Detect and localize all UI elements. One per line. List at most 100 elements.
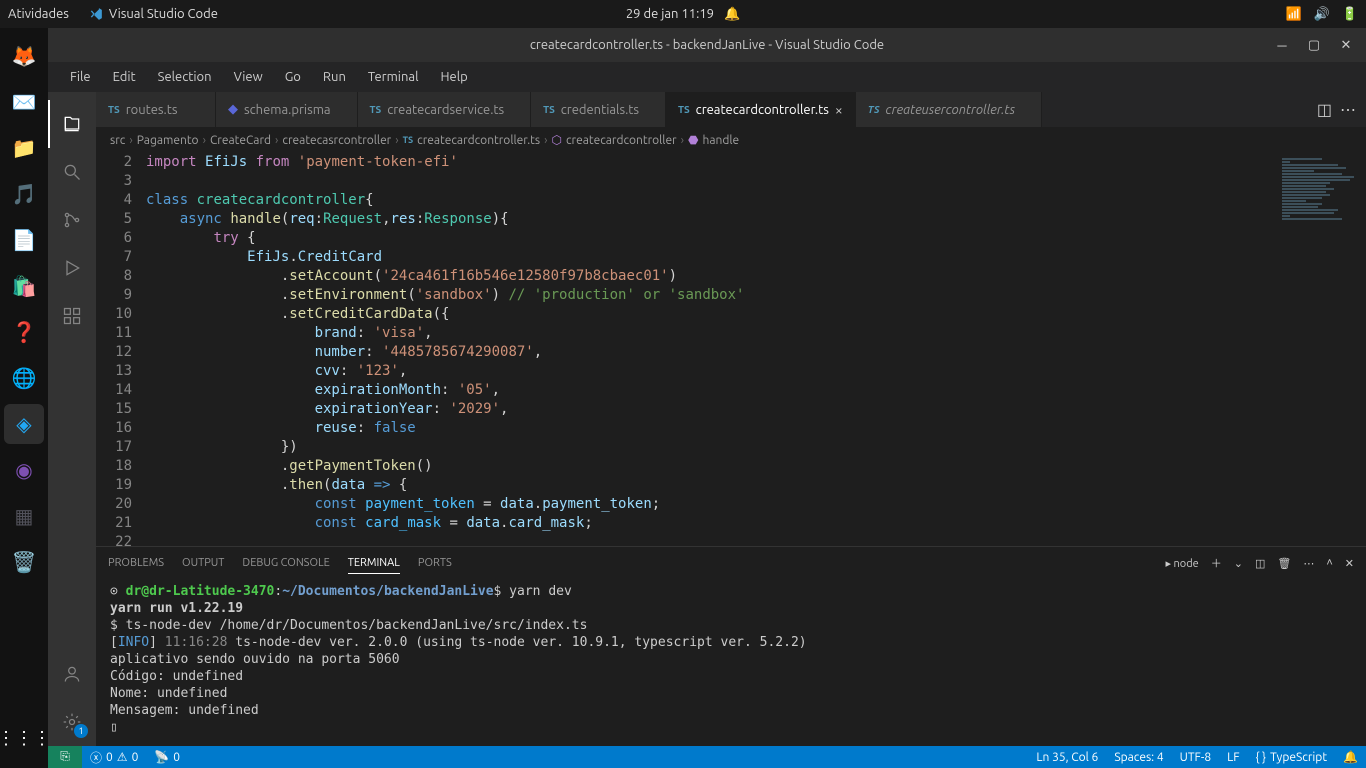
app-name: Visual Studio Code: [109, 7, 218, 21]
tab-label: createcardcontroller.ts: [696, 103, 829, 117]
maximize-panel-icon[interactable]: ˄: [1326, 557, 1332, 569]
menu-terminal[interactable]: Terminal: [358, 66, 429, 88]
menubar: File Edit Selection View Go Run Terminal…: [48, 62, 1366, 92]
more-actions-icon[interactable]: ⋯: [1340, 100, 1356, 119]
ts-icon: TS: [403, 135, 414, 145]
status-lang[interactable]: { } TypeScript: [1248, 750, 1336, 764]
tab-label: createusercontroller.ts: [886, 103, 1016, 117]
activity-extensions[interactable]: [48, 292, 96, 340]
dock-thunderbird[interactable]: ✉️: [4, 82, 44, 122]
close-tab-icon[interactable]: ×: [835, 102, 843, 118]
tab-schema-prisma[interactable]: ◆schema.prisma×: [216, 92, 358, 127]
clock[interactable]: 29 de jan 11:19 🔔: [626, 7, 740, 22]
activity-account[interactable]: [48, 650, 96, 698]
status-eol[interactable]: LF: [1219, 750, 1247, 764]
menu-selection[interactable]: Selection: [148, 66, 222, 88]
dock-files[interactable]: 📁: [4, 128, 44, 168]
status-ports[interactable]: 📡 0: [146, 750, 188, 764]
close-button[interactable]: ✕: [1332, 33, 1360, 57]
split-editor-icon[interactable]: ◫: [1317, 100, 1332, 119]
menu-file[interactable]: File: [60, 66, 101, 88]
status-lncol[interactable]: Ln 35, Col 6: [1028, 750, 1106, 764]
maximize-button[interactable]: ▢: [1300, 33, 1328, 57]
ubuntu-dock: 🦊 ✉️ 📁 🎵 📄 🛍️ ❓ 🌐 ◈ ◉ ▦ 🗑️ ⋮⋮⋮: [0, 28, 48, 768]
activity-explorer[interactable]: [48, 100, 96, 148]
status-feedback[interactable]: 🔔: [1335, 750, 1366, 764]
activity-search[interactable]: [48, 148, 96, 196]
ts-icon: TS: [678, 104, 690, 115]
window-title: createcardcontroller.ts - backendJanLive…: [530, 38, 884, 52]
tab-createcardcontroller-ts[interactable]: TS createcardcontroller.ts ×: [666, 92, 856, 127]
volume-icon[interactable]: 🔊: [1314, 7, 1330, 22]
dock-vscode[interactable]: ◈: [4, 404, 44, 444]
app-indicator[interactable]: Visual Studio Code: [89, 7, 218, 21]
dock-beekeeper[interactable]: ▦: [4, 496, 44, 536]
vscode-window: createcardcontroller.ts - backendJanLive…: [48, 28, 1366, 768]
dock-rhythmbox[interactable]: 🎵: [4, 174, 44, 214]
dock-chrome[interactable]: 🌐: [4, 358, 44, 398]
activity-scm[interactable]: [48, 196, 96, 244]
code-content[interactable]: import EfiJs from 'payment-token-efi' cl…: [146, 153, 1266, 546]
tab-routes-ts[interactable]: TSroutes.ts×: [96, 92, 216, 127]
status-errors[interactable]: ⓧ 0 ⚠ 0: [82, 749, 146, 766]
dock-apps-grid[interactable]: ⋮⋮⋮: [4, 718, 44, 758]
status-encoding[interactable]: UTF-8: [1172, 750, 1219, 764]
breadcrumb[interactable]: src› Pagamento› CreateCard› createcasrco…: [96, 127, 1366, 153]
status-spaces[interactable]: Spaces: 4: [1106, 750, 1171, 764]
tab-createusercontroller-ts[interactable]: TScreateusercontroller.ts×: [856, 92, 1042, 127]
new-terminal-icon[interactable]: ＋: [1211, 555, 1222, 571]
panel-tabs: PROBLEMS OUTPUT DEBUG CONSOLE TERMINAL P…: [96, 547, 1366, 579]
menu-help[interactable]: Help: [430, 66, 477, 88]
menu-edit[interactable]: Edit: [103, 66, 146, 88]
split-terminal-icon[interactable]: ◫: [1255, 557, 1265, 570]
ts-icon: TS: [370, 104, 382, 115]
gnome-top-bar: Atividades Visual Studio Code 29 de jan …: [0, 0, 1366, 28]
panel-tab-debug[interactable]: DEBUG CONSOLE: [242, 553, 329, 573]
battery-icon[interactable]: 🔋: [1342, 7, 1358, 22]
tab-createcardservice-ts[interactable]: TScreatecardservice.ts×: [358, 92, 532, 127]
dock-insomnia[interactable]: ◉: [4, 450, 44, 490]
dock-help[interactable]: ❓: [4, 312, 44, 352]
settings-badge: 1: [74, 724, 88, 738]
tab-label: schema.prisma: [244, 103, 331, 117]
tab-label: routes.ts: [126, 103, 178, 117]
remote-button[interactable]: ⎘: [48, 746, 82, 768]
titlebar: createcardcontroller.ts - backendJanLive…: [48, 28, 1366, 62]
dock-writer[interactable]: 📄: [4, 220, 44, 260]
line-gutter: 234567891011121314151617181920212223: [96, 153, 146, 546]
tab-label: credentials.ts: [561, 103, 639, 117]
minimize-button[interactable]: ─: [1268, 33, 1296, 57]
panel-tab-ports[interactable]: PORTS: [418, 553, 452, 573]
prisma-icon: ◆: [228, 102, 238, 117]
panel-tab-output[interactable]: OUTPUT: [182, 553, 224, 573]
terminal-shell-label[interactable]: ▸ node: [1165, 557, 1198, 570]
dock-trash[interactable]: 🗑️: [4, 542, 44, 582]
activities-button[interactable]: Atividades: [8, 7, 69, 21]
tab-credentials-ts[interactable]: TScredentials.ts×: [531, 92, 666, 127]
ts-icon: TS: [543, 104, 555, 115]
activity-bar: 1: [48, 92, 96, 746]
code-editor[interactable]: 234567891011121314151617181920212223 imp…: [96, 153, 1366, 546]
panel-tab-terminal[interactable]: TERMINAL: [348, 553, 400, 574]
tab-label: createcardservice.ts: [387, 103, 504, 117]
class-icon: ⬡: [551, 133, 561, 147]
menu-go[interactable]: Go: [275, 66, 311, 88]
editor-area: TSroutes.ts× ◆ schema.prisma × TS createcards…: [96, 92, 1366, 746]
ts-icon: TS: [868, 104, 880, 115]
more-terminal-icon[interactable]: ⋯: [1303, 557, 1314, 570]
menu-view[interactable]: View: [224, 66, 273, 88]
terminal-output[interactable]: ⊙ dr@dr-Latitude-3470:~/Documentos/backe…: [96, 579, 1366, 746]
dock-software[interactable]: 🛍️: [4, 266, 44, 306]
activity-settings[interactable]: 1: [48, 698, 96, 746]
minimap[interactable]: [1266, 153, 1366, 546]
tab-bar: TSroutes.ts× ◆ schema.prisma × TS createcards…: [96, 92, 1366, 127]
menu-run[interactable]: Run: [313, 66, 356, 88]
close-panel-icon[interactable]: ✕: [1345, 557, 1354, 570]
terminal-dropdown-icon[interactable]: ⌄: [1234, 557, 1243, 570]
wifi-icon[interactable]: 📶: [1285, 7, 1301, 22]
activity-debug[interactable]: [48, 244, 96, 292]
panel-tab-problems[interactable]: PROBLEMS: [108, 553, 164, 573]
dock-firefox[interactable]: 🦊: [4, 36, 44, 76]
method-icon: ⬣: [688, 133, 698, 147]
kill-terminal-icon[interactable]: 🗑: [1277, 557, 1291, 570]
